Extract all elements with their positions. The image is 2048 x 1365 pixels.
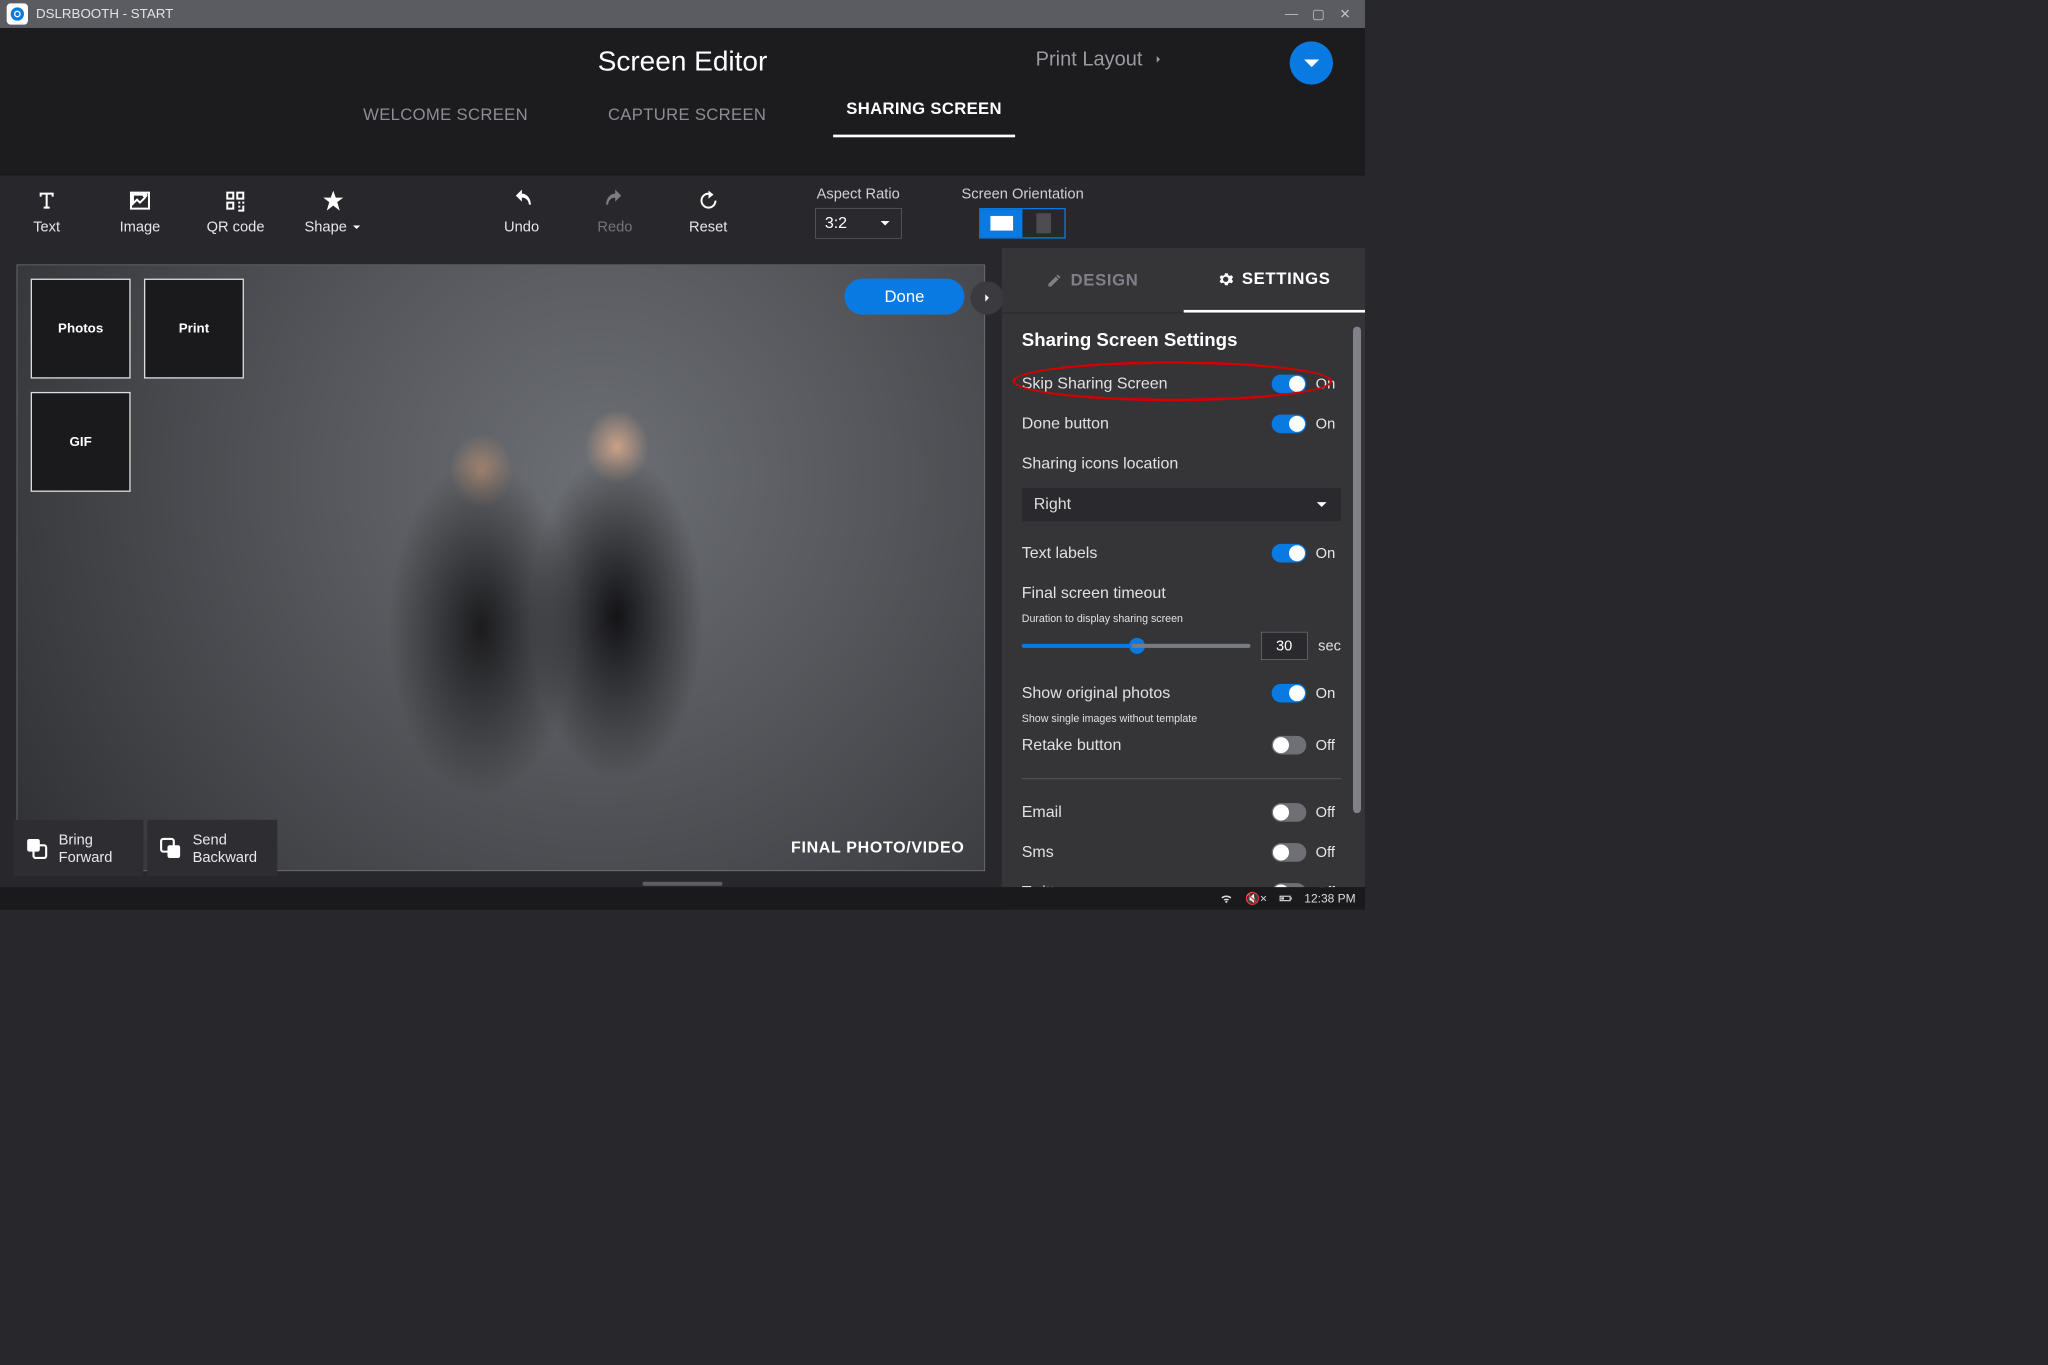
- expand-panel-button[interactable]: [970, 281, 1003, 314]
- reset-button[interactable]: Reset: [682, 188, 735, 235]
- divider: [1022, 778, 1341, 779]
- final-photo-label: FINAL PHOTO/VIDEO: [791, 838, 964, 857]
- show-original-subtitle: Show single images without template: [1022, 713, 1341, 725]
- done-button-toggle[interactable]: On: [1272, 415, 1341, 434]
- aspect-ratio-label: Aspect Ratio: [817, 185, 900, 202]
- sms-label: Sms: [1022, 843, 1054, 862]
- tool-text[interactable]: Text: [20, 188, 73, 235]
- done-button[interactable]: Done: [844, 279, 964, 315]
- orientation-landscape[interactable]: [981, 209, 1023, 237]
- orientation-label: Screen Orientation: [961, 185, 1083, 202]
- scrollbar[interactable]: [1353, 327, 1361, 814]
- done-button-label: Done button: [1022, 415, 1109, 434]
- gear-icon: [1218, 271, 1234, 287]
- icons-location-select[interactable]: Right: [1022, 488, 1341, 521]
- tool-shape[interactable]: Shape: [304, 188, 361, 235]
- thumb-gif[interactable]: GIF: [31, 392, 131, 492]
- print-layout-label: Print Layout: [1036, 48, 1143, 71]
- tab-settings[interactable]: SETTINGS: [1183, 248, 1365, 313]
- resize-handle[interactable]: [643, 882, 723, 886]
- titlebar: DSLRBOOTH - START — ▢ ✕: [0, 0, 1365, 28]
- header: Screen Editor Print Layout WELCOME SCREE…: [0, 28, 1365, 175]
- show-original-toggle[interactable]: On: [1272, 684, 1341, 703]
- icons-location-label: Sharing icons location: [1022, 455, 1179, 474]
- retake-label: Retake button: [1022, 736, 1122, 755]
- chevron-right-icon: [1152, 53, 1165, 66]
- z-order-actions: Bring Forward Send Backward: [13, 820, 277, 877]
- sec-label: sec: [1318, 637, 1341, 654]
- timeout-slider[interactable]: [1022, 644, 1250, 648]
- toolbar: Text Image QR code Shape Undo Redo Reset…: [0, 175, 1365, 248]
- email-toggle[interactable]: Off: [1272, 803, 1341, 822]
- app-logo-icon: [7, 3, 28, 24]
- show-original-label: Show original photos: [1022, 684, 1171, 703]
- aspect-ratio-select[interactable]: 3:2: [815, 208, 902, 239]
- tool-qrcode[interactable]: QR code: [207, 188, 265, 235]
- settings-panel: DESIGN SETTINGS Sharing Screen Settings …: [1002, 248, 1365, 910]
- window-title: DSLRBOOTH - START: [36, 6, 173, 21]
- screen-tabs: WELCOME SCREEN CAPTURE SCREEN SHARING SC…: [0, 95, 1365, 135]
- pencil-icon: [1047, 272, 1063, 288]
- chevron-down-icon: [1314, 497, 1329, 512]
- taskbar: 🔇× 12:38 PM: [0, 887, 1365, 910]
- tab-sharing[interactable]: SHARING SCREEN: [833, 92, 1015, 137]
- sms-toggle[interactable]: Off: [1272, 843, 1341, 862]
- page-title: Screen Editor: [598, 45, 768, 77]
- text-labels-label: Text labels: [1022, 544, 1098, 563]
- chevron-down-icon: [1300, 52, 1323, 75]
- undo-button[interactable]: Undo: [495, 188, 548, 235]
- email-label: Email: [1022, 803, 1062, 822]
- skip-sharing-toggle[interactable]: On: [1272, 375, 1341, 394]
- wifi-icon[interactable]: [1220, 892, 1233, 905]
- orientation-portrait[interactable]: [1023, 209, 1065, 237]
- bring-forward-icon: [24, 835, 49, 860]
- thumb-print[interactable]: Print: [144, 279, 244, 379]
- redo-button[interactable]: Redo: [588, 188, 641, 235]
- settings-title: Sharing Screen Settings: [1022, 329, 1341, 350]
- tab-design[interactable]: DESIGN: [1002, 248, 1184, 313]
- tab-welcome[interactable]: WELCOME SCREEN: [350, 98, 541, 131]
- bring-forward-button[interactable]: Bring Forward: [13, 820, 143, 877]
- clock[interactable]: 12:38 PM: [1304, 891, 1355, 905]
- text-labels-toggle[interactable]: On: [1272, 544, 1341, 563]
- print-layout-button[interactable]: Print Layout: [1036, 48, 1165, 71]
- tab-capture[interactable]: CAPTURE SCREEN: [595, 98, 780, 131]
- minimize-icon[interactable]: —: [1278, 6, 1305, 21]
- close-icon[interactable]: ✕: [1332, 6, 1359, 23]
- maximize-icon[interactable]: ▢: [1305, 6, 1332, 23]
- chevron-down-icon: [351, 222, 362, 233]
- canvas[interactable]: Photos Print GIF Done FINAL PHOTO/VIDEO: [17, 265, 985, 872]
- send-backward-icon: [158, 835, 183, 860]
- retake-toggle[interactable]: Off: [1272, 736, 1341, 755]
- tool-image[interactable]: Image: [113, 188, 166, 235]
- timeout-title: Final screen timeout: [1022, 584, 1166, 603]
- canvas-area: Photos Print GIF Done FINAL PHOTO/VIDEO: [0, 248, 1002, 910]
- battery-icon[interactable]: [1279, 892, 1292, 905]
- skip-sharing-label: Skip Sharing Screen: [1022, 375, 1168, 394]
- orientation-toggle[interactable]: [979, 208, 1066, 239]
- collapse-button[interactable]: [1290, 41, 1333, 84]
- timeout-subtitle: Duration to display sharing screen: [1022, 613, 1341, 625]
- timeout-input[interactable]: [1261, 632, 1308, 660]
- chevron-down-icon: [878, 216, 891, 229]
- send-backward-button[interactable]: Send Backward: [147, 820, 277, 877]
- sound-icon[interactable]: 🔇×: [1245, 891, 1267, 905]
- thumb-photos[interactable]: Photos: [31, 279, 131, 379]
